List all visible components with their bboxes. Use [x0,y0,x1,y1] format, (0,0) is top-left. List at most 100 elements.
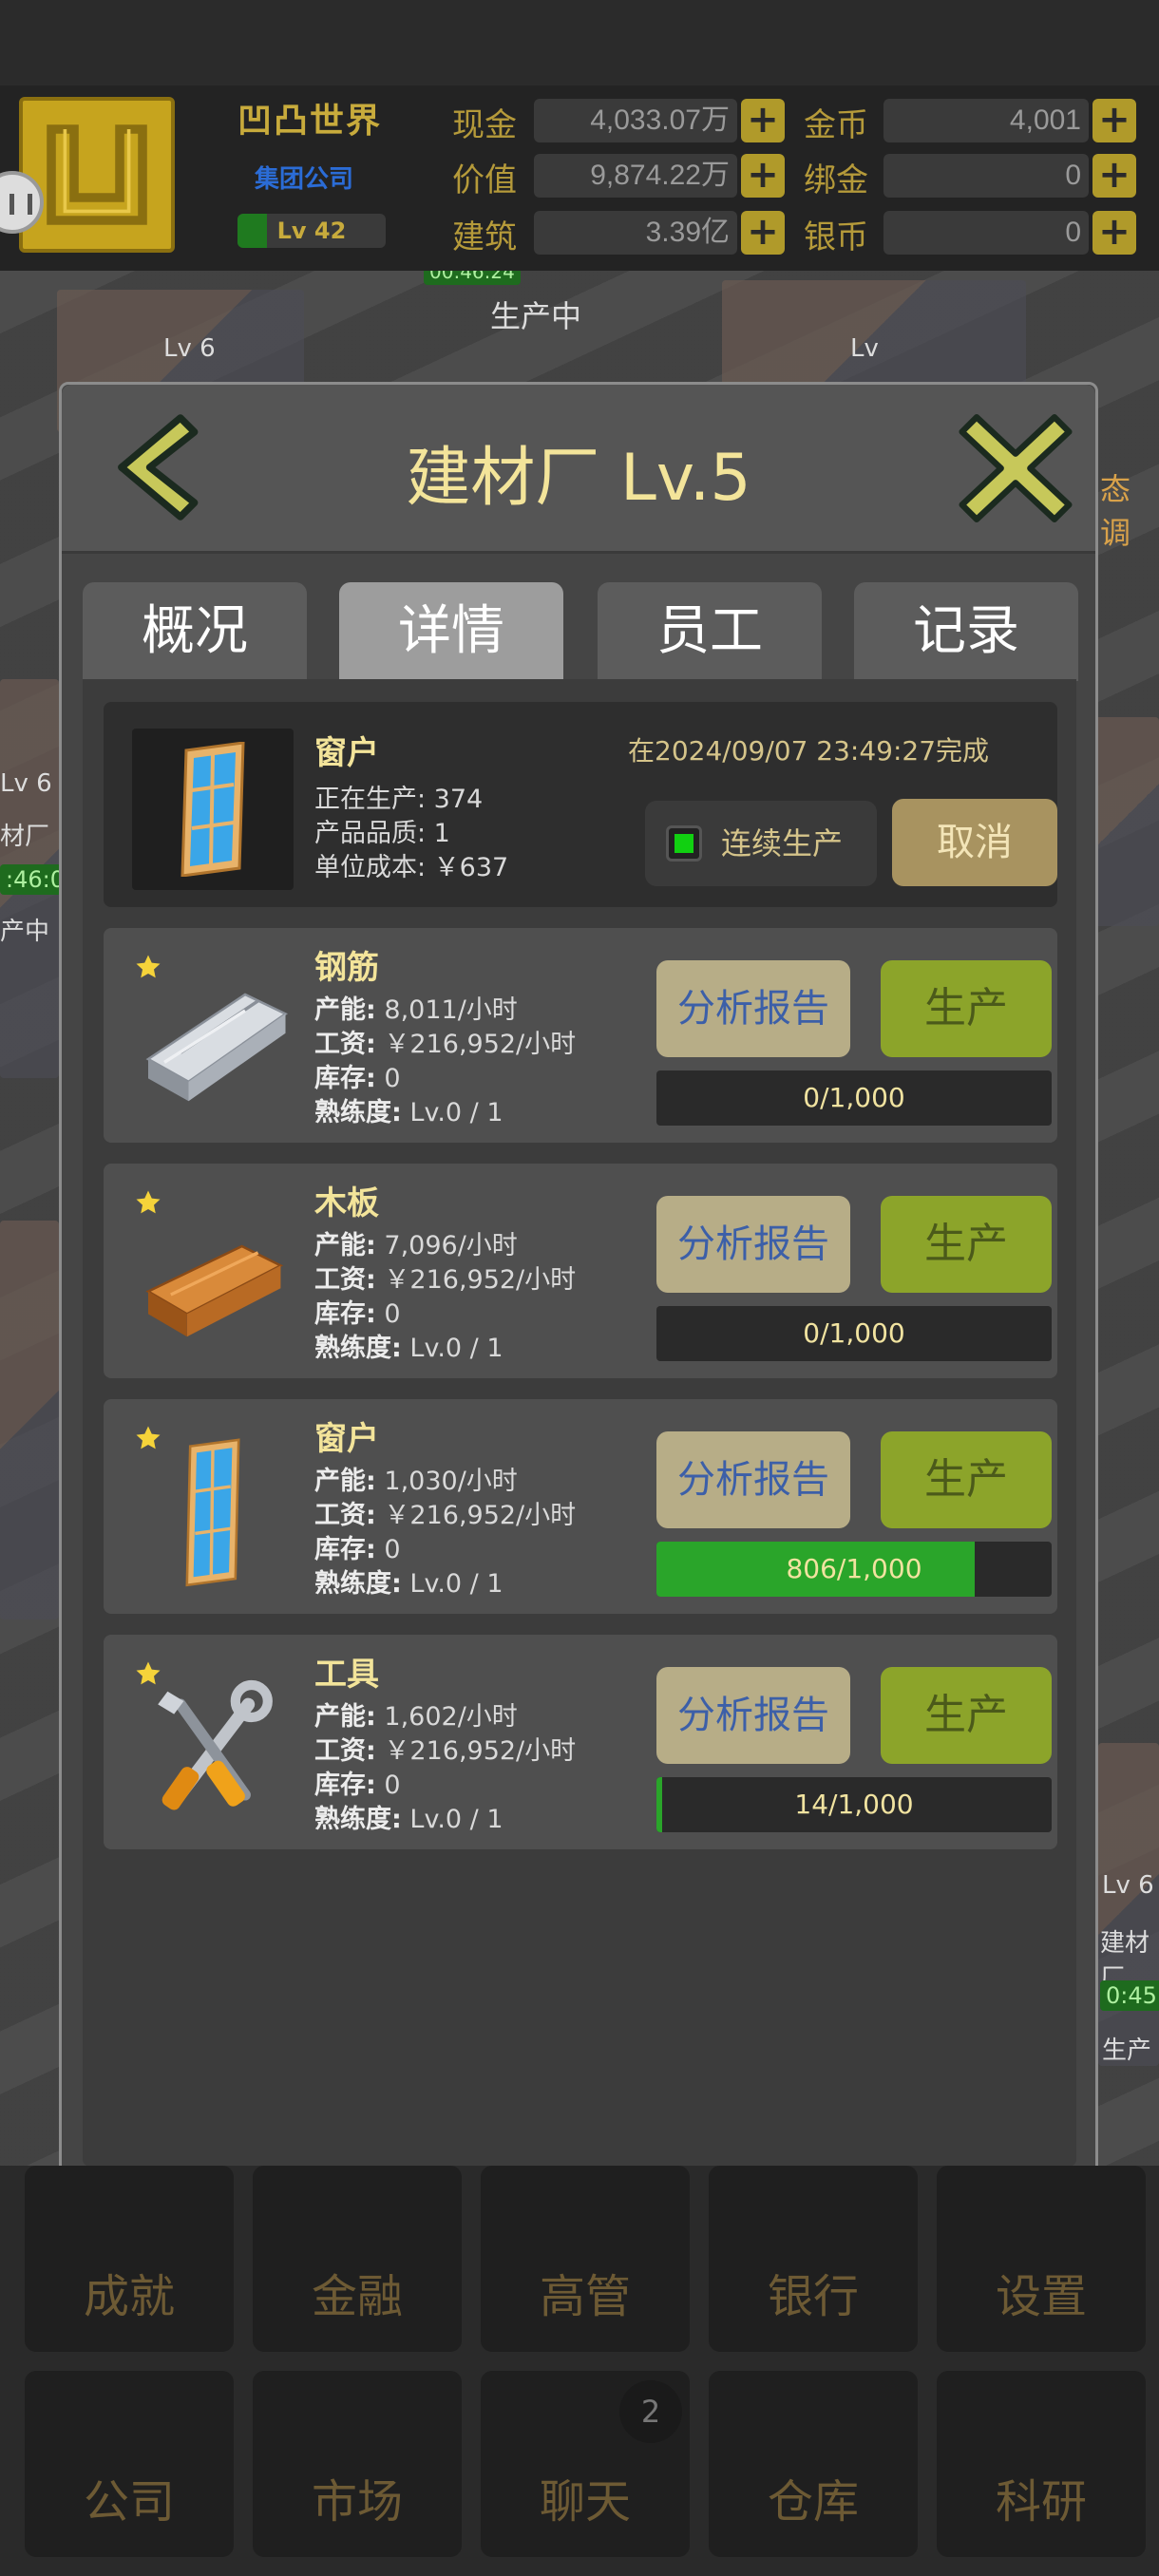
progress-text: 806/1,000 [786,1553,922,1584]
produce-button[interactable]: 生产 [881,1667,1052,1764]
dialog-header: 建材厂 Lv.5 [62,385,1095,554]
nav-warehouse[interactable]: 仓库 [709,2371,918,2557]
production-progress: 0/1,000 [656,1306,1052,1361]
analysis-report-button[interactable]: 分析报告 [656,1431,850,1528]
product-card: 钢筋 产能: 8,011/小时 工资: ￥216,952/小时 库存: 0 熟练… [104,928,1057,1143]
stock-label: 库存: [314,1064,376,1093]
value-value: 9,874.22万 [534,154,737,198]
bg-status-label: 生产中 [490,298,582,334]
bg-timer: 0:45:0 [1100,1980,1159,2011]
progress-text: 0/1,000 [803,1317,905,1349]
factory-dialog: 建材厂 Lv.5 概况 详情 员工 记录 窗户 正在生产: 374 产品品质: … [59,382,1098,2192]
stock-value: 0 [384,1064,401,1093]
bg-level-label: Lv 6 [1102,1871,1154,1900]
bg-building-label: 材厂 [0,823,50,851]
window-icon [185,1438,240,1587]
nav-executives[interactable]: 高管 [481,2166,690,2352]
background-building [722,280,1026,385]
production-progress: 806/1,000 [656,1542,1052,1597]
produce-button[interactable]: 生产 [881,960,1052,1057]
product-wage: 工资: ￥216,952/小时 [314,1494,576,1531]
product-capacity: 产能: 7,096/小时 [314,1224,518,1261]
chat-badge: 2 [619,2380,682,2443]
gold-label: 金币 [804,106,868,144]
stock-value: 0 [384,1771,401,1800]
produce-button[interactable]: 生产 [881,1196,1052,1293]
wage-label: 工资: [314,1501,376,1530]
nav-label: 公司 [83,2475,175,2529]
nav-achievements[interactable]: 成就 [25,2166,234,2352]
building-value: 3.39亿 [534,211,737,255]
gold-add-button[interactable]: + [1092,99,1136,142]
product-card: 窗户 产能: 1,030/小时 工资: ￥216,952/小时 库存: 0 熟练… [104,1399,1057,1614]
building-label: 建筑 [452,218,517,256]
product-skill: 熟练度: Lv.0 / 1 [314,1091,504,1128]
wage-value: ￥216,952/小时 [384,1265,577,1295]
product-name: 钢筋 [314,949,379,987]
company-type: 集团公司 [255,165,354,194]
close-icon[interactable] [955,407,1076,529]
tab-staff[interactable]: 员工 [598,582,822,681]
bg-level-label: Lv 6 [0,769,52,798]
product-wage: 工资: ￥216,952/小时 [314,1023,576,1060]
nav-finance[interactable]: 金融 [253,2166,462,2352]
bound-gold-add-button[interactable]: + [1092,154,1136,198]
analysis-report-button[interactable]: 分析报告 [656,1196,850,1293]
skill-label: 熟练度: [314,1805,402,1834]
cash-label: 现金 [452,106,517,144]
produce-button[interactable]: 生产 [881,1431,1052,1528]
tab-overview[interactable]: 概况 [83,582,307,681]
value-add-button[interactable]: + [741,154,785,198]
product-capacity: 产能: 1,030/小时 [314,1460,518,1497]
production-progress: 0/1,000 [656,1070,1052,1126]
nav-label: 市场 [311,2475,403,2529]
silver-add-button[interactable]: + [1092,211,1136,255]
company-logo[interactable] [19,97,175,253]
continuous-production-toggle[interactable]: 连续生产 [645,801,877,886]
bg-status-label: 生产 [1102,2036,1152,2065]
continuous-checkbox[interactable] [666,825,702,862]
skill-value: Lv.0 / 1 [409,1098,504,1127]
product-card: 木板 产能: 7,096/小时 工资: ￥216,952/小时 库存: 0 熟练… [104,1164,1057,1378]
dialog-title: 建材厂 Lv.5 [406,441,751,516]
nav-label: 设置 [995,2270,1087,2323]
building-add-button[interactable]: + [741,211,785,255]
tab-records[interactable]: 记录 [854,582,1078,681]
background-building [1098,1743,1159,2066]
progress-text: 0/1,000 [803,1082,905,1113]
nav-label: 科研 [995,2475,1087,2529]
tab-details[interactable]: 详情 [339,582,563,681]
bottom-navigation: 成就 金融 高管 银行 设置 公司 市场 聊天 仓库 科研 2 [0,2166,1159,2576]
capacity-label: 产能: [314,995,376,1025]
nav-company[interactable]: 公司 [25,2371,234,2557]
cancel-button[interactable]: 取消 [892,799,1057,886]
nav-label: 银行 [767,2270,859,2323]
stock-label: 库存: [314,1771,376,1800]
nav-label: 聊天 [539,2475,631,2529]
analysis-report-button[interactable]: 分析报告 [656,960,850,1057]
progress-text: 14/1,000 [794,1789,914,1820]
silver-value: 0 [884,211,1089,255]
bg-status-label: 产中 [0,918,50,946]
gold-value: 4,001 [884,99,1089,142]
wage-label: 工资: [314,1265,376,1295]
nav-label: 仓库 [767,2475,859,2529]
analysis-report-button[interactable]: 分析报告 [656,1667,850,1764]
bg-level-label: Lv 6 [163,334,216,363]
nav-research[interactable]: 科研 [937,2371,1146,2557]
cash-add-button[interactable]: + [741,99,785,142]
window-icon [180,742,245,877]
capacity-value: 1,602/小时 [384,1702,518,1732]
dialog-tabs: 概况 详情 员工 记录 [83,582,1080,681]
product-name: 工具 [314,1656,379,1694]
product-skill: 熟练度: Lv.0 / 1 [314,1327,504,1364]
level-label: Lv 42 [276,218,347,244]
nav-settings[interactable]: 设置 [937,2166,1146,2352]
nav-market[interactable]: 市场 [253,2371,462,2557]
stock-label: 库存: [314,1299,376,1329]
product-wage: 工资: ￥216,952/小时 [314,1730,576,1767]
wage-label: 工资: [314,1736,376,1766]
completion-time: 在2024/09/07 23:49:27完成 [628,735,990,767]
bg-level-label: Lv [850,334,879,363]
nav-bank[interactable]: 银行 [709,2166,918,2352]
